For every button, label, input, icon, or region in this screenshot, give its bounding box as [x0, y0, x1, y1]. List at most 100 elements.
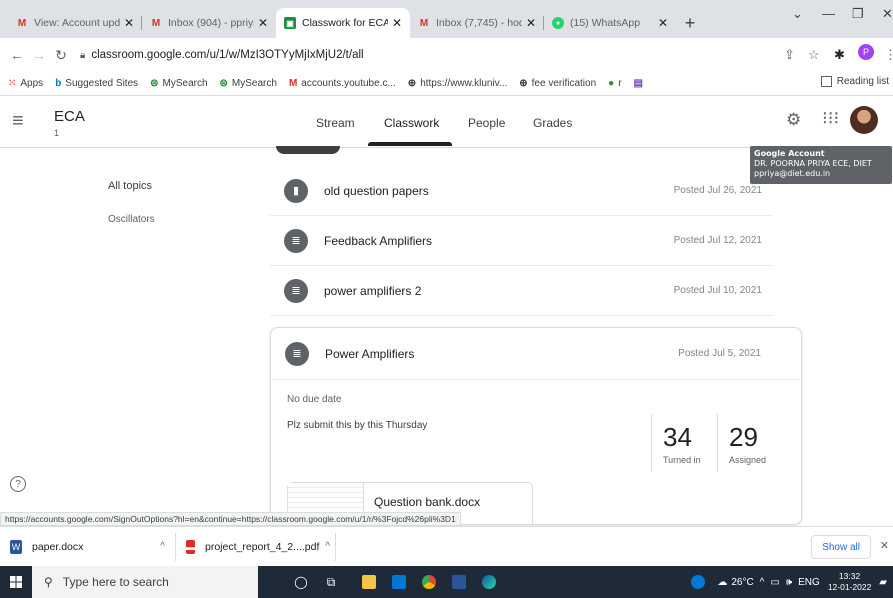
download-item[interactable]: ▬ project_report_4_2....pdf ^	[176, 532, 336, 561]
tab-classwork[interactable]: Classwork	[384, 116, 439, 130]
turned-in-stat[interactable]: 34 Turned in	[663, 422, 701, 465]
assignment-card-header[interactable]: ≣ Power Amplifiers Posted Jul 5, 2021	[271, 328, 801, 380]
classroom-icon: ▣	[284, 17, 296, 29]
tab-search-icon[interactable]: ⌄	[792, 6, 803, 22]
assignment-icon: ≣	[284, 228, 308, 253]
help-tray-icon[interactable]	[683, 566, 713, 598]
list-item[interactable]: ≣ power amplifiers 2 Posted Jul 10, 2021	[270, 266, 772, 316]
volume-icon[interactable]: 🕪︎	[786, 577, 792, 588]
bookmark-item[interactable]: ⊕ https://www.kluniv...	[408, 78, 507, 89]
gmail-icon: M	[151, 17, 161, 29]
bookmark-item[interactable]: ⊜ MySearch	[220, 78, 277, 89]
assignment-icon: ≣	[285, 341, 309, 366]
class-name[interactable]: ECA	[54, 108, 85, 125]
help-icon[interactable]: ?	[10, 476, 26, 492]
avatar[interactable]	[850, 106, 878, 134]
reload-button[interactable]: ↻	[50, 47, 72, 64]
green-dot-icon: ●	[608, 78, 615, 89]
browser-tab[interactable]: M View: Account update fo ✕	[8, 8, 142, 38]
google-apps-icon[interactable]: ⁝⁝⁝	[822, 108, 839, 129]
close-tab-icon[interactable]: ✕	[124, 16, 134, 30]
weather-icon: ☁	[717, 576, 728, 588]
topic-all[interactable]: All topics	[108, 180, 152, 192]
material-icon: ▮	[284, 178, 308, 203]
maximize-button[interactable]: ❐	[852, 6, 864, 22]
share-icon[interactable]: ⇪	[784, 47, 795, 63]
weather-temp[interactable]: 26°C	[731, 577, 753, 588]
apps-grid-icon: ⁙	[8, 78, 17, 89]
windows-logo-icon	[10, 576, 22, 588]
taskbar-search[interactable]: ⚲ Type here to search	[32, 566, 258, 598]
edge-icon[interactable]	[474, 566, 504, 598]
close-tab-icon[interactable]: ✕	[526, 16, 536, 30]
bookmark-item[interactable]: ⊕ fee verification	[519, 78, 596, 89]
reading-list-button[interactable]: Reading list	[820, 76, 889, 87]
address-bar[interactable]: 🔒︎ classroom.google.com/u/1/w/MzI3OTYyMj…	[80, 43, 800, 67]
browser-tab[interactable]: M Inbox (904) - ppriya@die ✕	[142, 8, 276, 38]
tab-people[interactable]: People	[468, 116, 505, 130]
bookmark-item[interactable]: ⁙ Apps	[8, 78, 43, 89]
globe-icon: ⊕	[407, 78, 417, 89]
chrome-icon[interactable]	[414, 566, 444, 598]
instructions: Plz submit this by this Thursday	[287, 420, 428, 431]
tab-grades[interactable]: Grades	[533, 116, 572, 130]
chevron-up-icon[interactable]: ^	[160, 541, 165, 552]
browser-toolbar: ← → ↻ 🔒︎ classroom.google.com/u/1/w/MzI3…	[0, 38, 893, 72]
reading-list-icon	[820, 76, 832, 87]
close-tab-icon[interactable]: ✕	[658, 16, 668, 30]
word-doc-icon: W	[10, 539, 22, 554]
menu-dots-icon[interactable]: ⋮	[884, 47, 893, 63]
pdf-icon: ▬	[186, 539, 195, 554]
lang-indicator[interactable]: ENG	[798, 577, 820, 588]
list-item[interactable]: ≣ Feedback Amplifiers Posted Jul 12, 202…	[270, 216, 772, 266]
bookmark-item[interactable]: ⊜ MySearch	[150, 78, 207, 89]
start-button[interactable]	[0, 566, 32, 598]
mail-icon[interactable]	[384, 566, 414, 598]
gmail-icon: M	[419, 17, 429, 29]
bookmark-item[interactable]: ● r	[608, 78, 621, 89]
browser-tab-active[interactable]: ▣ Classwork for ECA 1 ✕	[276, 8, 410, 38]
browser-tab[interactable]: ● (15) WhatsApp ✕	[544, 8, 676, 38]
mysearch-icon: ⊜	[150, 78, 159, 89]
main-menu-icon[interactable]: ≡	[12, 110, 24, 133]
show-all-button[interactable]: Show all	[811, 535, 871, 559]
new-tab-button[interactable]: +	[676, 8, 704, 38]
chevron-up-icon[interactable]: ^	[760, 577, 765, 588]
bookmark-star-icon[interactable]: ☆	[808, 47, 820, 63]
assigned-stat[interactable]: 29 Assigned	[729, 422, 766, 465]
bookmark-item[interactable]: b Suggested Sites	[55, 78, 138, 89]
assignment-icon: ≣	[284, 278, 308, 303]
cortana-icon[interactable]: ◯	[286, 566, 316, 598]
close-tab-icon[interactable]: ✕	[392, 16, 402, 30]
bookmark-item[interactable]: ▤	[634, 78, 647, 89]
word-icon[interactable]	[444, 566, 474, 598]
gmail-icon: M	[288, 78, 298, 89]
minimize-button[interactable]: —	[822, 6, 835, 21]
close-tab-icon[interactable]: ✕	[258, 16, 268, 30]
download-item[interactable]: W paper.docx ^	[0, 532, 176, 561]
extensions-icon[interactable]: ✱	[834, 47, 845, 63]
network-icon[interactable]: ▭	[770, 577, 779, 588]
clock[interactable]: 13:32 12-01-2022	[828, 571, 871, 593]
topic-oscillators[interactable]: Oscillators	[108, 214, 155, 225]
search-icon: ⚲	[44, 575, 53, 589]
list-item[interactable]: ▮ old question papers Posted Jul 26, 202…	[270, 166, 772, 216]
notifications-icon[interactable]: ▰	[879, 577, 887, 588]
tab-stream[interactable]: Stream	[316, 116, 355, 130]
browser-tab[interactable]: M Inbox (7,745) - hodece@ ✕	[410, 8, 544, 38]
chevron-up-icon[interactable]: ^	[325, 541, 330, 552]
forward-button[interactable]: →	[28, 47, 50, 63]
mysearch-icon: ⊜	[219, 78, 228, 89]
gear-icon[interactable]: ⚙	[786, 110, 801, 130]
back-button[interactable]: ←	[6, 47, 28, 63]
active-tab-indicator	[368, 142, 452, 146]
close-window-button[interactable]: ✕	[882, 6, 893, 22]
file-explorer-icon[interactable]	[354, 566, 384, 598]
gmail-icon: M	[17, 17, 27, 29]
close-icon[interactable]: ✕	[880, 539, 889, 552]
status-url: https://accounts.google.com/SignOutOptio…	[0, 512, 461, 526]
bookmark-item[interactable]: Maccounts.youtube.c...	[289, 78, 396, 89]
profile-icon[interactable]: P	[858, 44, 874, 60]
task-view-icon[interactable]: ⧉	[316, 566, 346, 598]
create-button[interactable]	[276, 146, 340, 154]
